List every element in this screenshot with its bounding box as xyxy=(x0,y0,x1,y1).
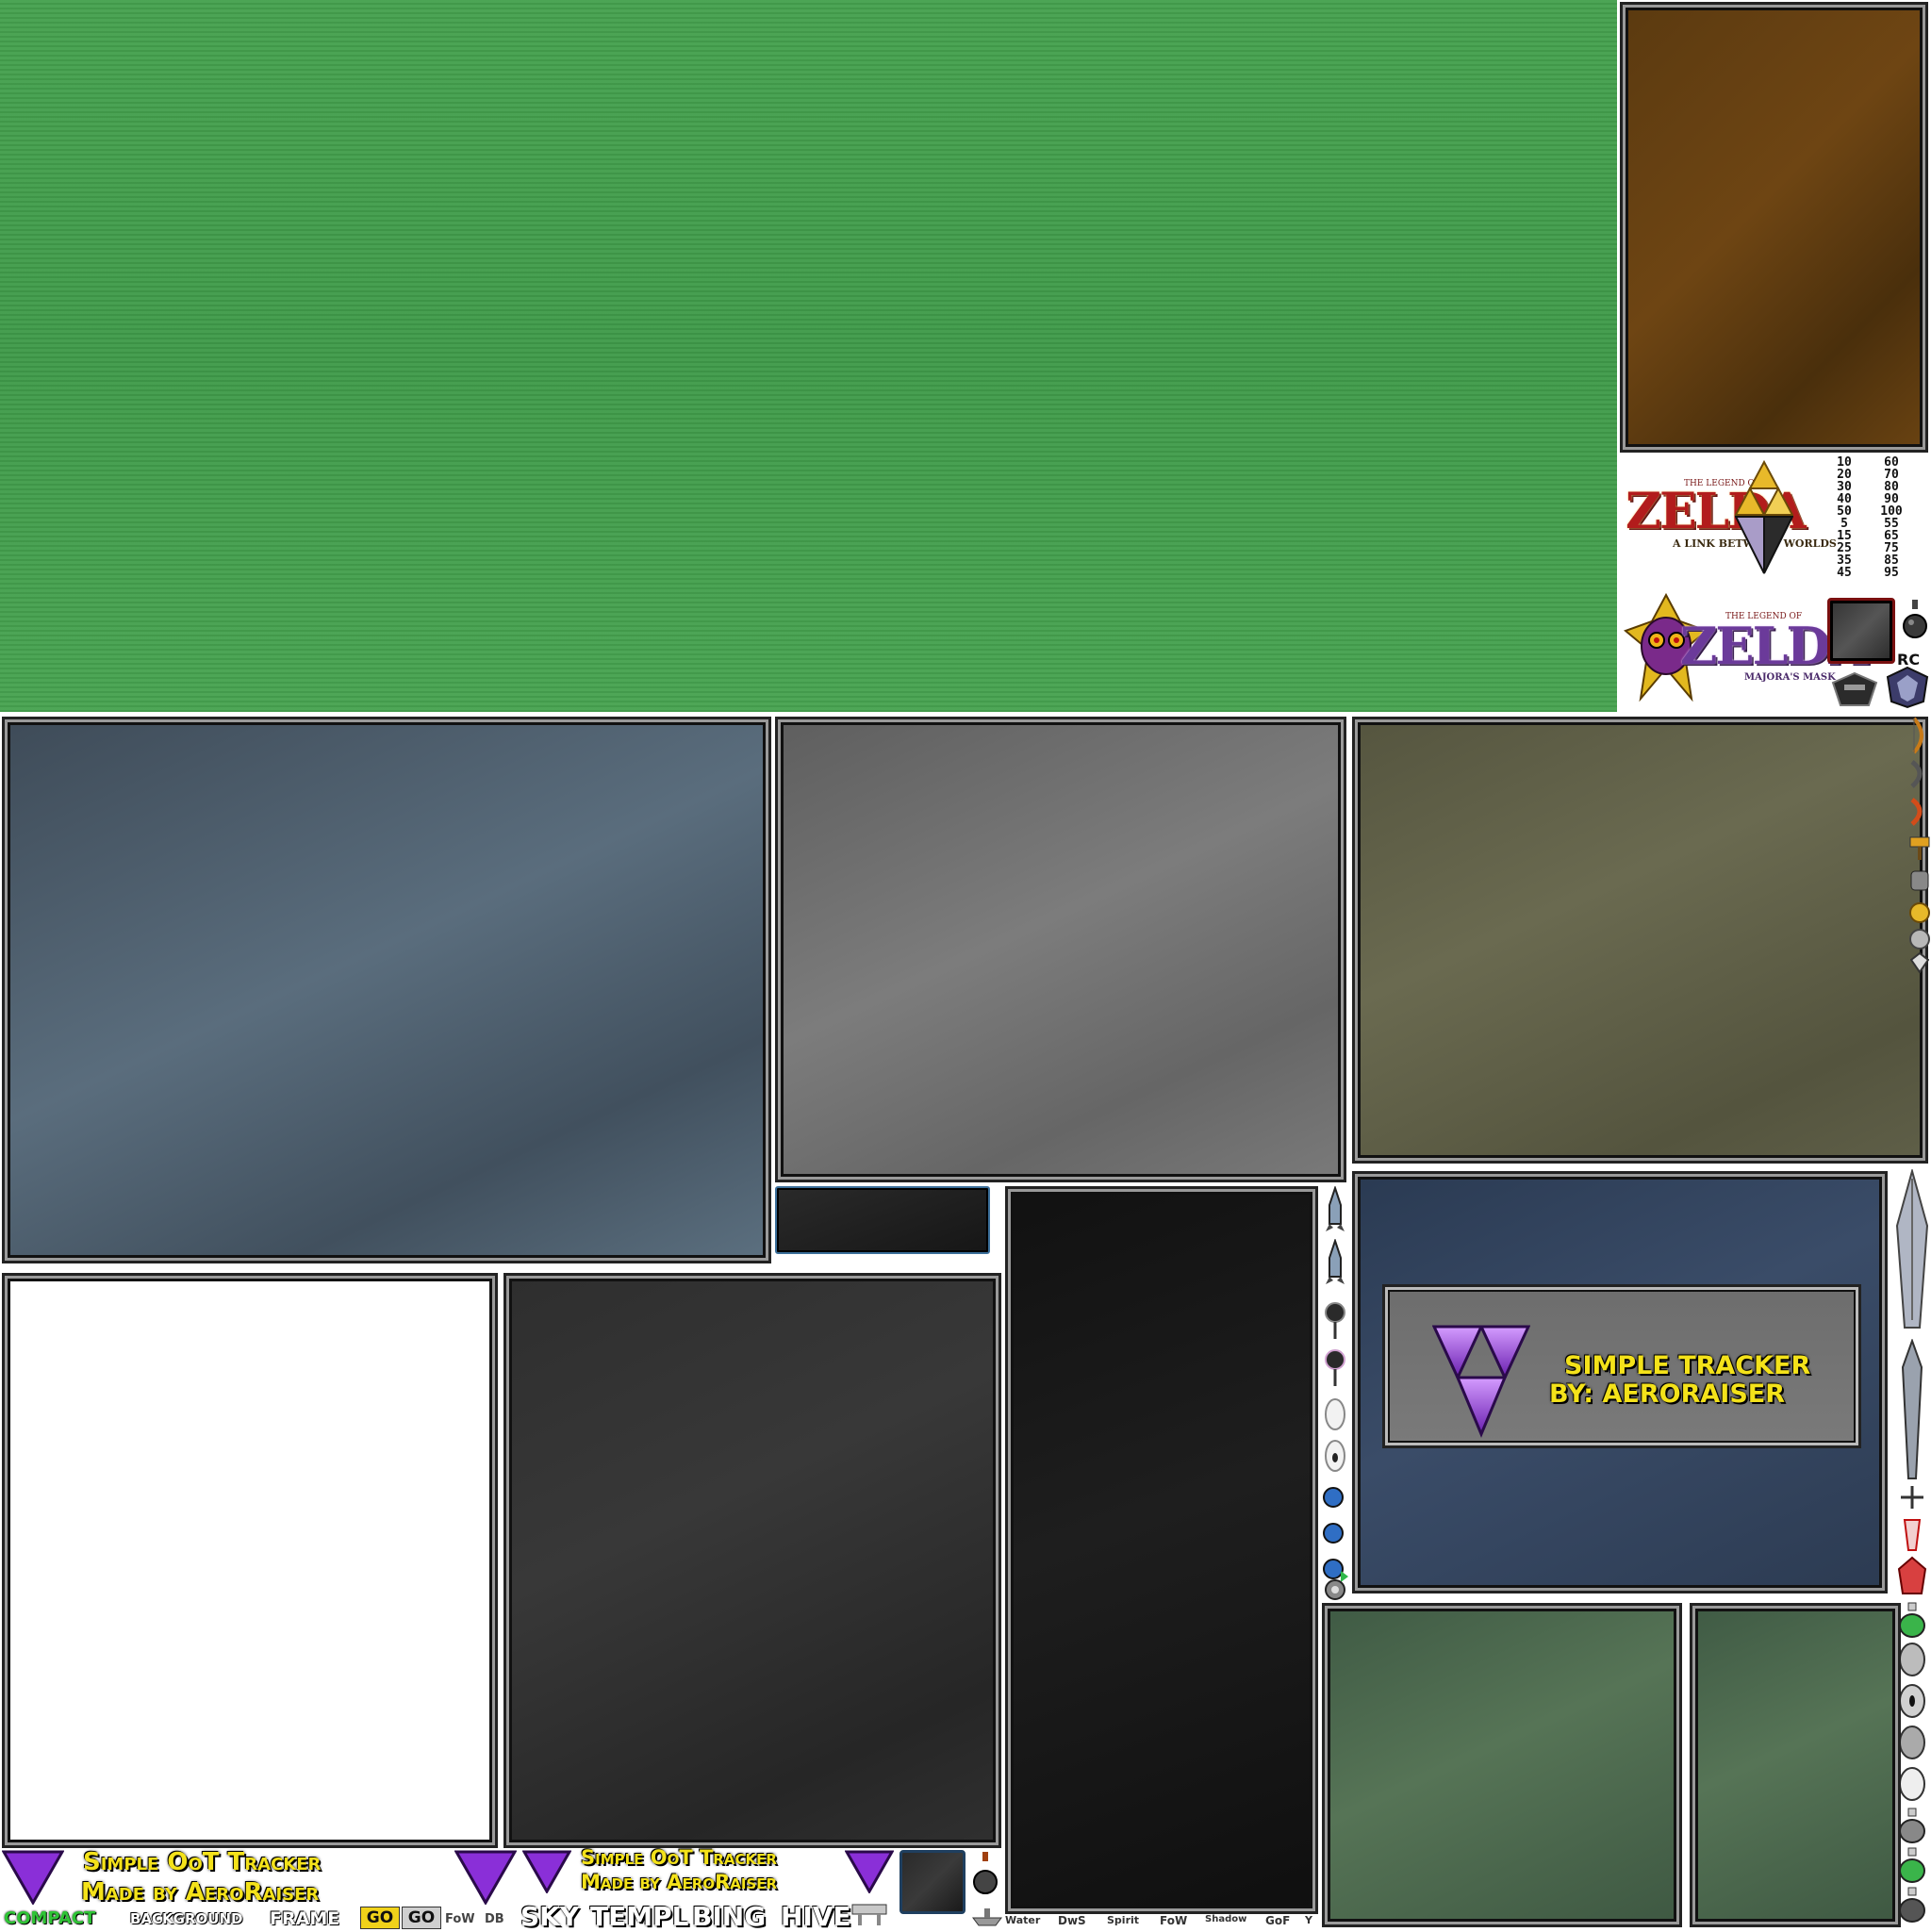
small-dark-bar xyxy=(775,1186,990,1254)
dungeon-label: Spirit xyxy=(1107,1914,1140,1926)
hookshot-icon xyxy=(1901,1486,1923,1509)
db-label: DB xyxy=(485,1912,504,1926)
triforce-purple-icon xyxy=(454,1850,517,1905)
bomb-icon xyxy=(1903,600,1927,638)
green-potion-icon xyxy=(1899,1602,1925,1638)
item-slot-frame xyxy=(1827,598,1895,664)
compact-label: COMPACT xyxy=(4,1908,96,1928)
triforce-purple-icon xyxy=(845,1850,894,1893)
bomb-icon xyxy=(973,1852,998,1894)
dungeon-label: FoW xyxy=(1160,1914,1188,1927)
egg-icon xyxy=(1325,1398,1345,1430)
egg-icon xyxy=(1325,1440,1345,1472)
grid-number: 95 xyxy=(1884,566,1899,580)
triforce-gold-icon xyxy=(1735,460,1793,574)
fow-label: FoW xyxy=(445,1912,475,1926)
crystal-icon xyxy=(1910,952,1929,973)
gold-medallion-icon xyxy=(1909,902,1930,923)
icon-column-right xyxy=(1908,717,1931,973)
rocket-bomb-icon xyxy=(1326,1239,1345,1284)
go-button[interactable]: GO xyxy=(360,1907,400,1929)
fire-arrow-icon xyxy=(1910,798,1923,826)
strip-author-small: Made by AeroRaiser xyxy=(581,1871,778,1893)
background-label: BACKGROUND xyxy=(130,1910,243,1927)
banner-author: BY: AERORAISER xyxy=(1549,1379,1786,1409)
gear-icon xyxy=(1325,1579,1345,1600)
bing-label: BING xyxy=(692,1901,767,1932)
green-background-panel xyxy=(0,0,1617,712)
shield-emblem-icon xyxy=(1831,671,1878,706)
dungeon-label: DwS xyxy=(1058,1914,1086,1927)
bluegray-frame-panel xyxy=(2,717,771,1263)
strip-title-small: Simple OoT Tracker xyxy=(581,1846,777,1869)
dungeon-label: Y xyxy=(1305,1914,1312,1926)
sky-label: SKY xyxy=(520,1901,580,1932)
spear-icon xyxy=(1895,1169,1929,1329)
gray-frame-panel xyxy=(775,717,1346,1182)
mm-logo: THE LEGEND OF ZELDA MAJORA'S MASK xyxy=(1624,589,1868,707)
frame-label: FRAME xyxy=(270,1908,340,1929)
bow-icon xyxy=(1912,717,1923,754)
brown-frame-panel xyxy=(1620,2,1928,453)
green-potion-icon xyxy=(1899,1847,1925,1883)
tracker-banner: SIMPLE TRACKER BY: AERORAISER xyxy=(1382,1284,1861,1448)
grid-number: 45 xyxy=(1837,566,1852,580)
icon-column-center xyxy=(1320,1186,1350,1601)
bomb-bag-icon xyxy=(1323,1487,1344,1508)
glove-icon xyxy=(1910,870,1929,891)
triforce-purple-icon xyxy=(1432,1325,1530,1438)
potion-icon xyxy=(1899,1808,1925,1843)
albw-logo: THE LEGEND OF ZELDA A LINK BETWEEN WORLD… xyxy=(1624,460,1837,585)
olive-frame-panel xyxy=(1352,717,1928,1164)
templ-label: TEMPL xyxy=(590,1901,689,1932)
hive-label: HIVE xyxy=(781,1901,851,1932)
bomb-bag-icon xyxy=(1323,1523,1344,1544)
green-frame-panel-small xyxy=(1690,1603,1901,1927)
boomerang-icon xyxy=(1910,760,1923,788)
potion-icon xyxy=(1899,1887,1925,1923)
dungeon-label-row: Water DwS Spirit FoW Shadow GoF Y xyxy=(1005,1914,1326,1931)
go-button[interactable]: GO xyxy=(402,1907,441,1929)
number-grid: 10 20 30 40 50 5 15 25 35 45 60 70 80 90… xyxy=(1829,456,1923,598)
mirror-shield-icon xyxy=(1886,666,1929,709)
mask-icon xyxy=(1899,1767,1925,1801)
green-frame-panel-large xyxy=(1322,1603,1682,1927)
mask-icon xyxy=(1899,1684,1925,1718)
mask-icon xyxy=(1899,1726,1925,1759)
silver-medallion-icon xyxy=(1909,929,1930,949)
darkgray-frame-panel xyxy=(503,1273,1001,1848)
compass-icon xyxy=(1325,1349,1345,1386)
heart-piece-icon xyxy=(1903,1519,1922,1551)
sword-icon xyxy=(1901,1339,1923,1479)
mask-icon xyxy=(1899,1643,1925,1676)
dungeon-label: Shadow xyxy=(1205,1914,1247,1924)
item-slot-frame xyxy=(899,1850,966,1914)
strip-author: Made by AeroRaiser xyxy=(81,1878,320,1907)
red-mask-icon xyxy=(1897,1556,1927,1594)
dungeon-label: GoF xyxy=(1265,1914,1291,1927)
strip-title: Simple OoT Tracker xyxy=(83,1848,322,1876)
dungeon-label: Water xyxy=(1005,1914,1041,1926)
banner-title: SIMPLE TRACKER xyxy=(1564,1351,1811,1380)
black-frame-panel xyxy=(1005,1186,1318,1914)
rocket-bomb-icon xyxy=(1326,1186,1345,1231)
mm-subtitle: MAJORA'S MASK xyxy=(1744,672,1836,683)
boat-icon xyxy=(972,1908,1002,1926)
triforce-purple-icon xyxy=(522,1850,571,1893)
compass-icon xyxy=(1325,1302,1345,1339)
hammer-icon xyxy=(1909,836,1930,860)
hammer-icon xyxy=(851,1904,887,1925)
triforce-purple-icon xyxy=(2,1850,64,1905)
white-frame-panel xyxy=(2,1273,498,1848)
